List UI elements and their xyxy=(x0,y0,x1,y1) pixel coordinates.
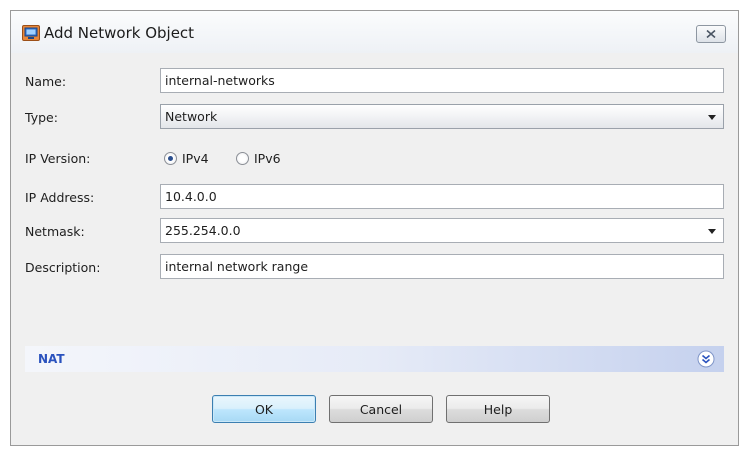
ip-address-field[interactable]: 10.4.0.0 xyxy=(160,184,724,209)
add-network-object-dialog: Add Network Object Name: internal-networ… xyxy=(10,10,739,446)
type-label: Type: xyxy=(25,110,58,125)
cancel-button[interactable]: Cancel xyxy=(329,395,433,423)
dialog-title: Add Network Object xyxy=(44,24,195,42)
name-value: internal-networks xyxy=(165,73,275,88)
ip-address-label: IP Address: xyxy=(25,190,95,205)
ipv6-radio[interactable] xyxy=(236,152,249,165)
ip-version-label: IP Version: xyxy=(25,151,91,166)
description-label: Description: xyxy=(25,260,101,275)
netmask-combo[interactable]: 255.254.0.0 xyxy=(160,218,724,243)
description-field[interactable]: internal network range xyxy=(160,254,724,279)
title-bar: Add Network Object xyxy=(11,11,738,53)
type-value: Network xyxy=(165,109,218,124)
ipv6-label[interactable]: IPv6 xyxy=(254,151,281,166)
netmask-value: 255.254.0.0 xyxy=(165,223,241,238)
close-icon xyxy=(706,27,716,41)
nat-label: NAT xyxy=(38,352,65,366)
nat-section-header[interactable]: NAT xyxy=(25,346,724,372)
chevron-down-icon xyxy=(708,115,716,120)
ipv4-label[interactable]: IPv4 xyxy=(182,151,209,166)
name-label: Name: xyxy=(25,74,67,89)
close-button[interactable] xyxy=(696,25,726,43)
radio-selected-dot xyxy=(168,156,173,161)
ipv4-radio[interactable] xyxy=(164,152,177,165)
help-button[interactable]: Help xyxy=(446,395,550,423)
network-object-icon xyxy=(22,25,40,41)
expand-chevron-icon[interactable] xyxy=(697,350,715,368)
netmask-label: Netmask: xyxy=(25,224,85,239)
type-select[interactable]: Network xyxy=(160,104,724,129)
name-field[interactable]: internal-networks xyxy=(160,68,724,93)
chevron-down-icon[interactable] xyxy=(708,229,716,234)
description-value: internal network range xyxy=(165,259,309,274)
ok-button[interactable]: OK xyxy=(212,395,316,423)
ip-address-value: 10.4.0.0 xyxy=(165,189,217,204)
